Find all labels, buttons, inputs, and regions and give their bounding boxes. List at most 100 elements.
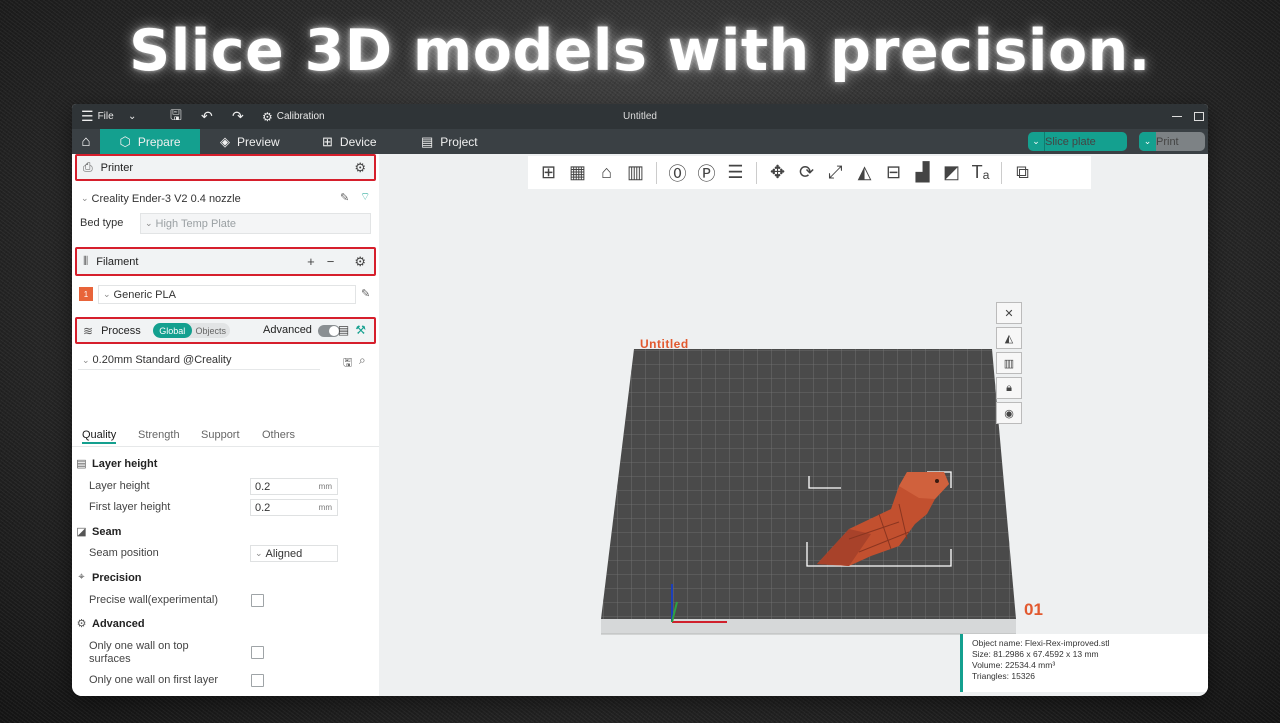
advanced-group: ⚙ Advanced	[75, 617, 145, 631]
bed-type-select[interactable]: ⌄ High Temp Plate	[140, 213, 371, 234]
layer-height-unit: mm	[318, 482, 332, 491]
layer-height-icon: ▤	[76, 458, 87, 470]
scope-global[interactable]: Global	[153, 323, 192, 338]
tab-device-label: Device	[339, 134, 377, 149]
precision-group: ⌖ Precision	[75, 571, 142, 584]
chevron-down-icon: ⌄	[81, 193, 89, 203]
redo-button[interactable]: ↷	[232, 104, 244, 129]
orient-plate-icon[interactable]: ◭	[996, 327, 1022, 349]
bed-type-label: Bed type	[80, 217, 124, 229]
tab-support[interactable]: Support	[201, 429, 240, 441]
tab-project[interactable]: ▤ Project	[411, 129, 488, 154]
precision-group-label: Precision	[92, 571, 142, 584]
object-triangles-line: Triangles: 15326	[972, 671, 1036, 681]
printer-settings-icon[interactable]: ⚙	[354, 160, 366, 176]
one-wall-first-checkbox[interactable]	[251, 674, 264, 687]
minimize-button[interactable]	[1172, 104, 1182, 129]
plate-number: 01	[1024, 600, 1043, 619]
slice-plate-label: Slice plate	[1045, 135, 1096, 148]
first-layer-height-unit: mm	[318, 503, 332, 512]
minimize-icon	[1172, 116, 1182, 117]
printer-name: Creality Ender-3 V2 0.4 nozzle	[91, 192, 241, 205]
filament-slot-badge[interactable]: 1	[79, 287, 93, 301]
arrange-plate-icon[interactable]: ▥	[996, 352, 1022, 374]
process-section-header: ≋ Process Global Objects Advanced ▤ ⚒	[75, 317, 376, 344]
precise-wall-label: Precise wall(experimental)	[89, 594, 218, 606]
maximize-button[interactable]	[1194, 104, 1204, 129]
compare-icon[interactable]: ▤	[338, 323, 349, 337]
chevron-down-icon: ⌄	[103, 289, 111, 299]
project-icon: ▤	[421, 133, 434, 149]
calibration-icon: ⚙	[262, 109, 273, 124]
one-wall-top-checkbox[interactable]	[251, 646, 264, 659]
print-button[interactable]: ⌄ Print	[1139, 132, 1205, 151]
chevron-down-icon: ⌄	[1028, 132, 1045, 151]
bed-type-value: High Temp Plate	[155, 217, 237, 230]
maximize-icon	[1194, 112, 1204, 121]
menu-dropdown-button[interactable]: ⌄	[128, 104, 136, 129]
process-preset-select[interactable]: ⌄ 0.20mm Standard @Creality	[78, 351, 320, 370]
scope-objects[interactable]: Objects	[192, 323, 231, 338]
cube-icon: ⬡	[119, 133, 131, 149]
layers-icon: ◈	[220, 133, 230, 149]
print-label: Print	[1156, 135, 1179, 148]
3d-viewport[interactable]: ⊞ ▦ ⌂ ▥ ⓪ Ⓟ ☰ ✥ ⟳ ⤢ ◭ ⊟ ▟ ◩ Tₐ ⧉ Untitle…	[379, 154, 1208, 696]
wifi-icon[interactable]: ⌔	[360, 190, 370, 204]
seam-position-select[interactable]: ⌄ Aligned	[250, 545, 338, 562]
object-volume-line: Volume: 22534.4 mm³	[972, 660, 1056, 670]
edit-filament-icon[interactable]: ✎	[361, 287, 370, 300]
file-menu[interactable]: ☰ File	[81, 104, 114, 129]
add-filament-icon[interactable]: +	[307, 254, 315, 270]
precise-wall-checkbox[interactable]	[251, 594, 264, 607]
layer-height-value: 0.2	[255, 480, 271, 493]
remove-filament-icon[interactable]: −	[327, 254, 335, 270]
layer-height-input[interactable]: 0.2 mm	[250, 478, 338, 495]
redo-icon: ↷	[232, 108, 244, 124]
chevron-down-icon: ⌄	[128, 111, 137, 122]
object-info-panel: Object name: Flexi-Rex-improved.stl Size…	[960, 634, 1208, 692]
seam-position-label: Seam position	[89, 547, 159, 559]
filament-icon: ⦀	[83, 254, 89, 268]
printer-section-label: Printer	[100, 161, 134, 174]
lock-icon[interactable]: 🔒︎	[996, 377, 1022, 399]
filament-select[interactable]: ⌄ Generic PLA	[98, 285, 356, 304]
tab-others[interactable]: Others	[262, 429, 295, 441]
advanced-label: Advanced	[263, 324, 312, 336]
undo-icon: ↶	[201, 108, 213, 124]
tab-preview-label: Preview	[237, 134, 280, 149]
tab-device[interactable]: ⊞ Device	[312, 129, 387, 154]
search-icon[interactable]: ⌕	[359, 353, 366, 368]
save-button[interactable]: 🖫	[170, 104, 182, 129]
object-name-line: Object name: Flexi-Rex-improved.stl	[972, 638, 1110, 648]
slice-plate-button[interactable]: ⌄ Slice plate	[1028, 132, 1127, 151]
process-icon: ≋	[83, 323, 94, 338]
seam-group: ◪ Seam	[75, 525, 121, 539]
settings-tabs: Quality Strength Support Others	[72, 425, 379, 447]
advanced-toggle[interactable]	[318, 325, 340, 337]
save-preset-icon[interactable]: 🖫	[343, 354, 352, 373]
printer-select[interactable]: ⌄ Creality Ender-3 V2 0.4 nozzle	[78, 189, 334, 208]
tab-prepare[interactable]: ⬡ Prepare	[100, 129, 200, 154]
filament-settings-icon[interactable]: ⚙	[354, 254, 366, 270]
edit-printer-icon[interactable]: ✎	[340, 191, 349, 204]
undo-button[interactable]: ↶	[201, 104, 213, 129]
eye-icon[interactable]: ◉	[996, 402, 1022, 424]
tab-preview[interactable]: ◈ Preview	[210, 129, 290, 154]
home-button[interactable]: ⌂	[72, 129, 100, 154]
calibration-label: Calibration	[276, 111, 325, 122]
close-plate-icon[interactable]: ✕	[996, 302, 1022, 324]
calibration-menu[interactable]: ⚙ Calibration	[262, 104, 325, 129]
filament-slot-number: 1	[83, 289, 89, 299]
wizard-icon[interactable]: ⚒	[355, 323, 366, 337]
scope-switch: Global Objects	[153, 323, 230, 338]
first-layer-height-label: First layer height	[89, 501, 171, 513]
first-layer-height-value: 0.2	[255, 501, 271, 514]
layer-height-group-label: Layer height	[92, 457, 158, 470]
tab-quality[interactable]: Quality	[82, 429, 117, 444]
chevron-down-icon: ⌄	[255, 548, 263, 558]
first-layer-height-input[interactable]: 0.2 mm	[250, 499, 338, 516]
settings-panel: ⎙ Printer ⚙ ⌄ Creality Ender-3 V2 0.4 no…	[72, 154, 379, 696]
seam-position-value: Aligned	[265, 547, 303, 560]
tab-strength[interactable]: Strength	[138, 429, 180, 441]
save-icon: 🖫	[170, 106, 182, 123]
